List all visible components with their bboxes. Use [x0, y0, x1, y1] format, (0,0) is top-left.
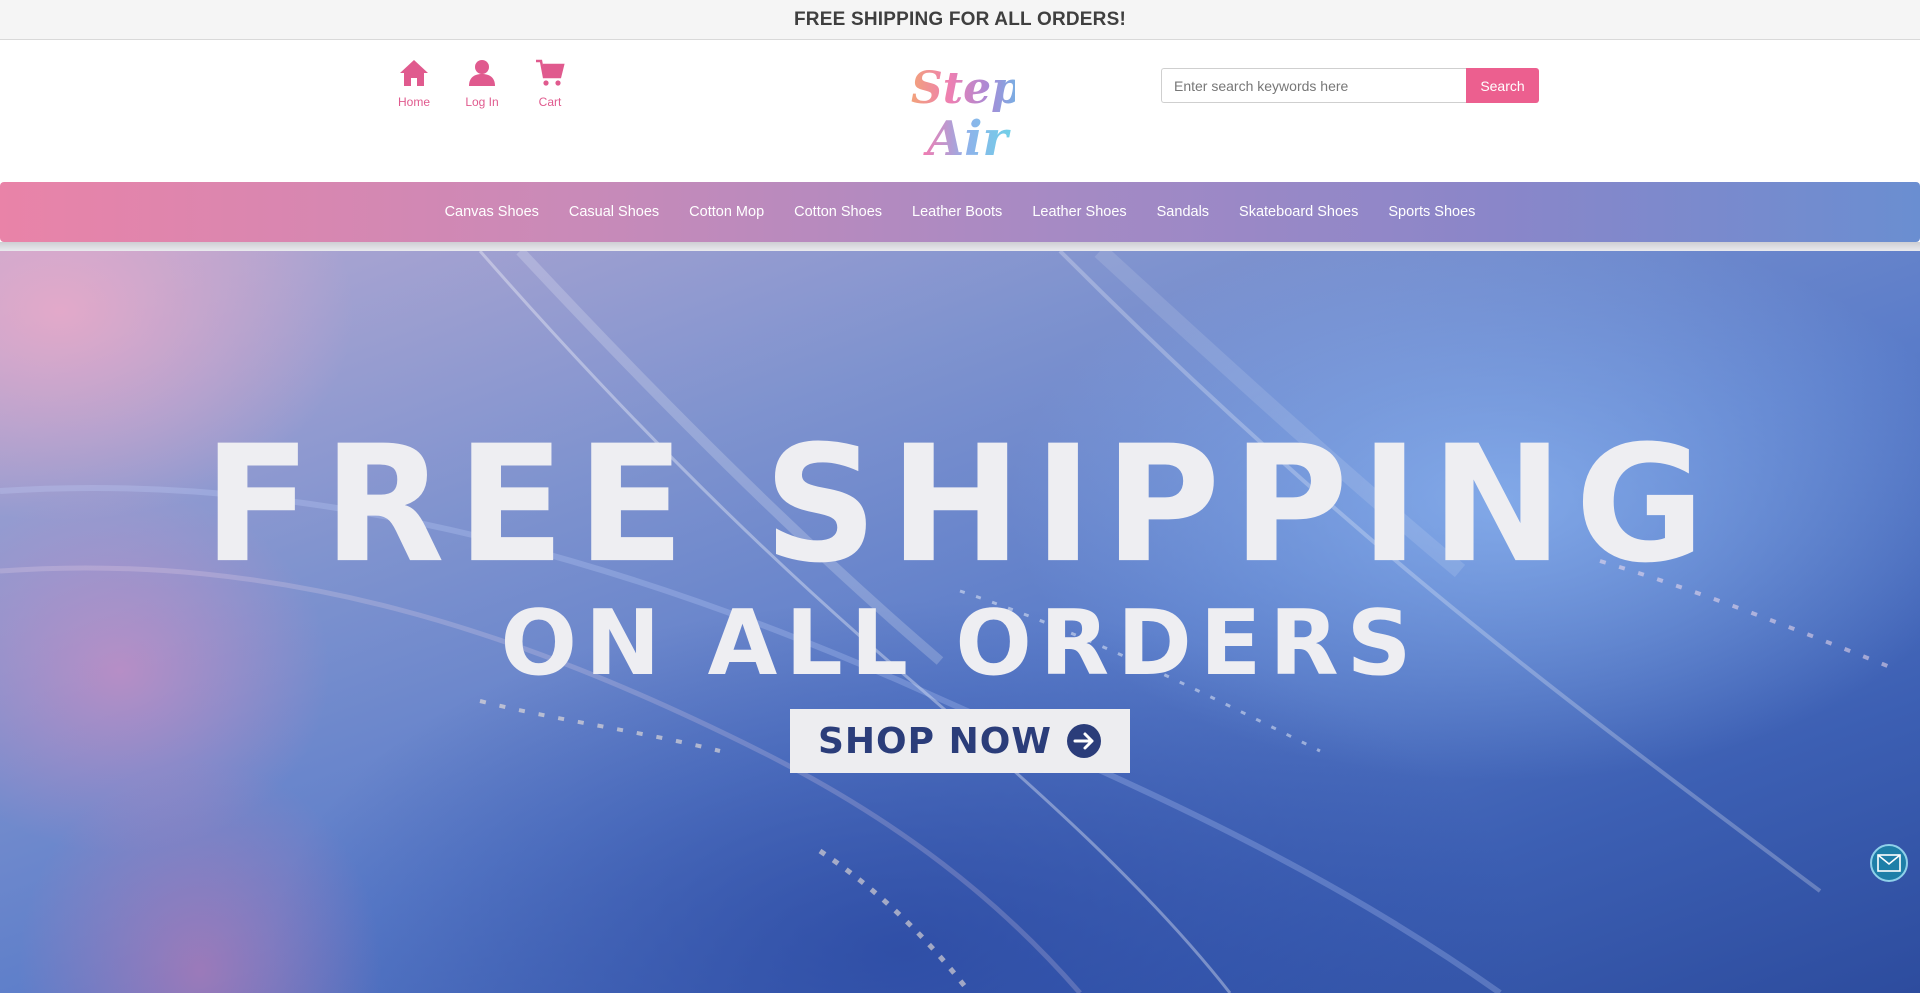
- nav-item-skateboard-shoes[interactable]: Skateboard Shoes: [1224, 204, 1373, 220]
- cart-icon: [536, 59, 565, 86]
- search-input[interactable]: [1161, 68, 1466, 103]
- user-icon: [469, 60, 495, 86]
- announcement-text: FREE SHIPPING FOR ALL ORDERS!: [794, 8, 1126, 30]
- site-header: Home Log In Cart Step Air Enter search k…: [0, 41, 1920, 182]
- search-form: Search: [1161, 68, 1539, 103]
- home-link-label: Home: [397, 95, 430, 109]
- home-icon: [400, 60, 428, 86]
- shop-now-button[interactable]: SHOP NOW: [790, 709, 1130, 773]
- nav-item-leather-shoes[interactable]: Leather Shoes: [1017, 204, 1141, 220]
- login-link[interactable]: Log In: [448, 57, 516, 109]
- search-button[interactable]: Search: [1466, 68, 1539, 103]
- step-air-logo: Step Air: [911, 63, 1015, 165]
- arrow-right-icon: [1067, 724, 1102, 758]
- contact-mail-button[interactable]: [1870, 844, 1908, 882]
- announcement-bar: FREE SHIPPING FOR ALL ORDERS!: [0, 0, 1920, 40]
- login-link-label: Log In: [465, 95, 499, 109]
- nav-item-sports-shoes[interactable]: Sports Shoes: [1373, 204, 1490, 220]
- nav-divider: [0, 242, 1920, 251]
- home-link[interactable]: Home: [380, 57, 448, 109]
- site-logo[interactable]: Step Air: [905, 59, 1015, 165]
- nav-item-sandals[interactable]: Sandals: [1142, 204, 1224, 220]
- nav-item-leather-boots[interactable]: Leather Boots: [897, 204, 1017, 220]
- shop-now-label: SHOP NOW: [817, 720, 1053, 762]
- logo-text-line2: Air: [923, 111, 1011, 165]
- cart-link-label: Cart: [538, 95, 562, 109]
- hero-banner[interactable]: FREE SHIPPING ON ALL ORDERS SHOP NOW: [0, 251, 1920, 993]
- hero-subtitle: ON ALL ORDERS: [500, 591, 1420, 696]
- nav-item-canvas-shoes[interactable]: Canvas Shoes: [430, 204, 554, 220]
- cart-link[interactable]: Cart: [516, 57, 584, 109]
- category-nav: Canvas Shoes Casual Shoes Cotton Mop Cot…: [0, 182, 1920, 242]
- hero-title: FREE SHIPPING: [203, 411, 1717, 599]
- header-quick-links: Home Log In Cart: [380, 57, 584, 109]
- nav-item-cotton-shoes[interactable]: Cotton Shoes: [779, 204, 897, 220]
- logo-text-line1: Step: [911, 63, 1015, 114]
- mail-icon: [1877, 854, 1901, 872]
- nav-item-cotton-mop[interactable]: Cotton Mop: [674, 204, 779, 220]
- nav-item-casual-shoes[interactable]: Casual Shoes: [554, 204, 674, 220]
